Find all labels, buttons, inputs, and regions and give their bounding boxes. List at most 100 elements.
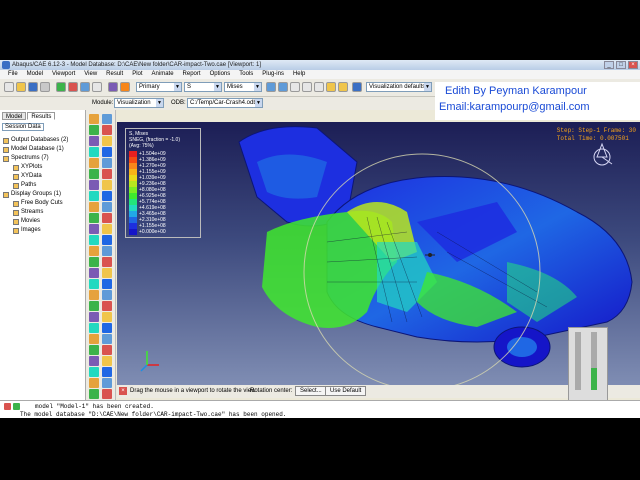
toolbox-tool-icon[interactable] <box>102 147 112 157</box>
tree-item[interactable]: Free Body Cuts <box>3 199 68 208</box>
tree-item[interactable]: Streams <box>3 208 68 217</box>
save-icon[interactable] <box>28 82 38 92</box>
toolbox-tool-icon[interactable] <box>102 114 112 124</box>
new-file-icon[interactable] <box>4 82 14 92</box>
toolbox-tool-icon[interactable] <box>89 180 99 190</box>
pan-icon[interactable] <box>266 82 276 92</box>
menu-tools[interactable]: Tools <box>239 70 253 79</box>
toolbox-tool-icon[interactable] <box>102 235 112 245</box>
toolbox-tool-icon[interactable] <box>89 301 99 311</box>
viewport[interactable]: S, Mises SNEG, (fraction = -1.0) (Avg: 7… <box>117 122 640 385</box>
minimize-button[interactable]: _ <box>604 61 614 69</box>
view-icon[interactable] <box>326 82 336 92</box>
odb-select[interactable]: C:/Temp/Car-Crash4.odb ▼ <box>187 98 263 108</box>
toolbox-tool-icon[interactable] <box>89 136 99 146</box>
tab-model[interactable]: Model <box>2 112 27 120</box>
tree-item[interactable]: Display Groups (1) <box>3 190 68 199</box>
tree-item[interactable]: Spectrums (7) <box>3 154 68 163</box>
open-icon[interactable] <box>16 82 26 92</box>
field-output-icon[interactable] <box>108 82 118 92</box>
toolbox-tool-icon[interactable] <box>102 290 112 300</box>
toolbox-tool-icon[interactable] <box>89 312 99 322</box>
plot-icon[interactable] <box>56 82 66 92</box>
toolbox-tool-icon[interactable] <box>89 213 99 223</box>
tree-item[interactable]: Images <box>3 226 68 235</box>
mises-select[interactable]: Mises ▼ <box>224 82 262 92</box>
toolbox-tool-icon[interactable] <box>102 213 112 223</box>
toolbox-tool-icon[interactable] <box>89 191 99 201</box>
use-default-button[interactable]: Use Default <box>325 386 367 396</box>
toolbox-tool-icon[interactable] <box>102 158 112 168</box>
menu-view[interactable]: View <box>84 70 97 79</box>
toolbox-tool-icon[interactable] <box>102 323 112 333</box>
s-select[interactable]: S ▼ <box>184 82 222 92</box>
toolbox-tool-icon[interactable] <box>102 202 112 212</box>
toolbox-tool-icon[interactable] <box>102 301 112 311</box>
menu-viewport[interactable]: Viewport <box>52 70 75 79</box>
tree-item[interactable]: Model Database (1) <box>3 145 68 154</box>
toolbox-tool-icon[interactable] <box>102 268 112 278</box>
query-icon[interactable] <box>80 82 90 92</box>
toolbox-tool-icon[interactable] <box>89 356 99 366</box>
tree-item[interactable]: XYPlots <box>3 163 68 172</box>
step-icon[interactable] <box>120 82 130 92</box>
result-icon[interactable] <box>68 82 78 92</box>
toolbox-tool-icon[interactable] <box>102 367 112 377</box>
maximize-button[interactable]: □ <box>616 61 626 69</box>
toolbox-tool-icon[interactable] <box>89 378 99 388</box>
toolbox-tool-icon[interactable] <box>89 367 99 377</box>
zoom-box-icon[interactable] <box>302 82 312 92</box>
primary-select[interactable]: Primary ▼ <box>136 82 182 92</box>
toolbox-tool-icon[interactable] <box>102 356 112 366</box>
toolbox-tool-icon[interactable] <box>102 389 112 399</box>
rotate-icon[interactable] <box>278 82 288 92</box>
toolbox-tool-icon[interactable] <box>89 279 99 289</box>
toolbox-tool-icon[interactable] <box>102 312 112 322</box>
toolbox-tool-icon[interactable] <box>89 389 99 399</box>
cancel-prompt-button[interactable]: × <box>119 387 127 395</box>
tree-item[interactable]: XYData <box>3 172 68 181</box>
toolbox-tool-icon[interactable] <box>89 158 99 168</box>
zoom-icon[interactable] <box>290 82 300 92</box>
toolbox-tool-icon[interactable] <box>89 114 99 124</box>
toolbox-tool-icon[interactable] <box>89 246 99 256</box>
tree-item[interactable]: Paths <box>3 181 68 190</box>
tab-results[interactable]: Results <box>27 112 56 120</box>
toolbox-tool-icon[interactable] <box>102 378 112 388</box>
animation-speed-gauge[interactable] <box>568 327 608 401</box>
menu-model[interactable]: Model <box>27 70 43 79</box>
tree-item[interactable]: Output Databases (2) <box>3 136 68 145</box>
render-icon[interactable] <box>352 82 362 92</box>
iso-view-icon[interactable] <box>338 82 348 92</box>
print-icon[interactable] <box>40 82 50 92</box>
toolbox-tool-icon[interactable] <box>102 169 112 179</box>
toolbox-tool-icon[interactable] <box>102 246 112 256</box>
module-select[interactable]: Visualization ▼ <box>114 98 164 108</box>
auto-fit-icon[interactable] <box>314 82 324 92</box>
select-button[interactable]: Select... <box>295 386 327 396</box>
toolbox-tool-icon[interactable] <box>102 257 112 267</box>
toolbox-tool-icon[interactable] <box>89 257 99 267</box>
toolbox-tool-icon[interactable] <box>102 345 112 355</box>
toolbox-tool-icon[interactable] <box>89 290 99 300</box>
toolbox-tool-icon[interactable] <box>89 202 99 212</box>
menu-file[interactable]: File <box>8 70 18 79</box>
menu-animate[interactable]: Animate <box>152 70 174 79</box>
toolbox-tool-icon[interactable] <box>89 345 99 355</box>
toolbox-tool-icon[interactable] <box>89 169 99 179</box>
toolbox-tool-icon[interactable] <box>89 224 99 234</box>
toolbox-tool-icon[interactable] <box>89 323 99 333</box>
toolbox-tool-icon[interactable] <box>102 191 112 201</box>
menu-report[interactable]: Report <box>183 70 201 79</box>
tree-item[interactable]: Movies <box>3 217 68 226</box>
toolbox-tool-icon[interactable] <box>89 235 99 245</box>
menu-result[interactable]: Result <box>106 70 123 79</box>
toolbox-tool-icon[interactable] <box>102 136 112 146</box>
toolbox-tool-icon[interactable] <box>102 224 112 234</box>
menu-plugins[interactable]: Plug-ins <box>262 70 284 79</box>
toolbox-tool-icon[interactable] <box>102 334 112 344</box>
menu-help[interactable]: Help <box>293 70 305 79</box>
toolbox-tool-icon[interactable] <box>89 334 99 344</box>
menu-options[interactable]: Options <box>210 70 231 79</box>
toolbox-tool-icon[interactable] <box>102 180 112 190</box>
